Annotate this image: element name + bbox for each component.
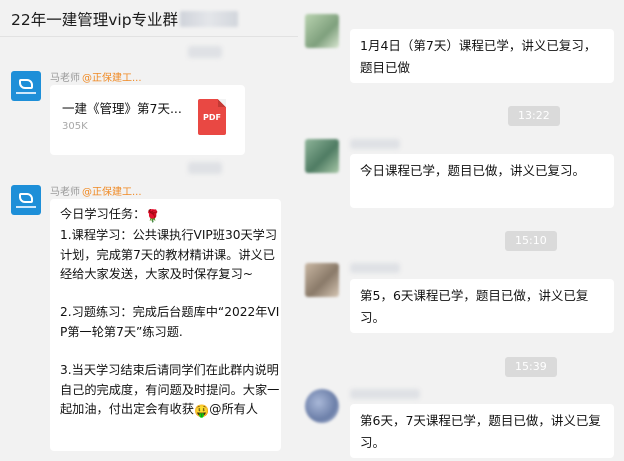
- member-avatar[interactable]: [305, 139, 339, 173]
- money-face-icon: 🤑: [194, 403, 210, 418]
- header-divider: [0, 36, 298, 37]
- sender-name: 马老师 @正保建工...: [50, 187, 142, 198]
- redacted-name: [350, 263, 400, 273]
- timestamp: 15:10: [505, 231, 557, 251]
- timestamp: 13:22: [508, 106, 560, 126]
- pdf-file-icon: PDF: [198, 99, 226, 135]
- member-message[interactable]: 第6天，7天课程已学，题目已做，讲义已复习。: [350, 404, 614, 458]
- member-message[interactable]: 1月4日（第7天）课程已学，讲义已复习，题目已做: [350, 29, 614, 83]
- task-heading: 今日学习任务：: [60, 207, 146, 221]
- redacted-name: [350, 389, 420, 399]
- member-avatar[interactable]: [305, 14, 339, 48]
- file-size: 305K: [62, 121, 88, 132]
- sender-avatar[interactable]: [11, 185, 41, 215]
- redacted-block: [188, 162, 222, 174]
- group-title[interactable]: 22年一建管理vip专业群: [11, 8, 239, 30]
- sender-avatar[interactable]: [11, 71, 41, 101]
- redacted-name: [350, 139, 400, 149]
- member-avatar[interactable]: [305, 263, 339, 297]
- member-chat-pane: 1月4日（第7天）课程已学，讲义已复习，题目已做 13:22 今日课程已学，题目…: [298, 0, 624, 461]
- mention-all[interactable]: @所有人: [209, 402, 258, 416]
- redacted-title-suffix: [180, 11, 239, 27]
- member-message[interactable]: 今日课程已学，题目已做，讲义已复习。: [350, 154, 614, 208]
- file-name: 一建《管理》第7天...: [62, 101, 182, 116]
- timestamp: 15:39: [505, 357, 557, 377]
- rose-icon: 🌹: [145, 209, 161, 223]
- file-message-card[interactable]: 一建《管理》第7天... 305K PDF: [50, 85, 245, 155]
- task-item-1: 1.课程学习：公共课执行VIP班30天学习计划，完成第7天的教材精讲课。讲义已经…: [60, 228, 278, 281]
- task-message-bubble[interactable]: 今日学习任务：🌹 1.课程学习：公共课执行VIP班30天学习计划，完成第7天的教…: [50, 199, 281, 451]
- member-avatar[interactable]: [305, 389, 339, 423]
- group-chat-pane: 22年一建管理vip专业群 马老师 @正保建工... 一建《管理》第7天... 3…: [0, 0, 298, 461]
- redacted-block: [188, 46, 222, 58]
- sender-name: 马老师 @正保建工...: [50, 73, 142, 84]
- task-item-2: 2.习题练习：完成后台题库中“2022年VIP第一轮第7天”练习题.: [60, 305, 280, 339]
- member-message[interactable]: 第5，6天课程已学，题目已做，讲义已复习。: [350, 279, 614, 333]
